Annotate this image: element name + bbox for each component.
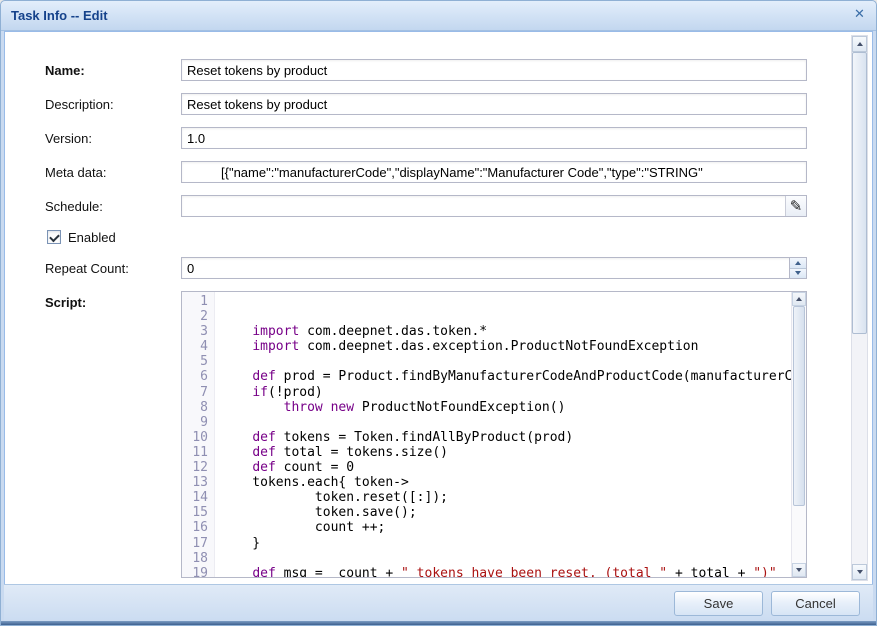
stepper-up-icon[interactable] (790, 258, 806, 269)
dialog-title: Task Info -- Edit (11, 8, 851, 23)
line-number: 11 (182, 445, 208, 460)
version-label: Version: (45, 127, 181, 149)
save-button[interactable]: Save (674, 591, 763, 616)
code-line: import com.deepnet.das.token.* (221, 324, 806, 339)
scroll-up-icon[interactable] (852, 36, 867, 52)
code-line: throw new ProductNotFoundException() (221, 400, 806, 415)
description-label: Description: (45, 93, 181, 115)
editor-scrollbar[interactable] (791, 292, 806, 577)
version-input[interactable] (181, 127, 807, 149)
repeat-count-input[interactable] (181, 257, 807, 279)
script-label: Script: (45, 291, 181, 578)
dialog-body: Name: Description: Version: (4, 31, 873, 584)
schedule-edit-button[interactable]: ✎ (785, 196, 806, 216)
repeat-count-label: Repeat Count: (45, 257, 181, 279)
line-number: 9 (182, 415, 208, 430)
code-line: count ++; (221, 520, 806, 535)
line-number: 6 (182, 369, 208, 384)
meta-data-label: Meta data: (45, 161, 181, 183)
line-number: 18 (182, 551, 208, 566)
code-line (221, 294, 806, 309)
stepper-down-icon[interactable] (790, 269, 806, 279)
line-number: 8 (182, 400, 208, 415)
code-line: tokens.each{ token-> (221, 475, 806, 490)
dialog-titlebar[interactable]: Task Info -- Edit ✕ (1, 1, 876, 31)
code-line: def tokens = Token.findAllByProduct(prod… (221, 430, 806, 445)
line-number: 1 (182, 294, 208, 309)
line-number: 14 (182, 490, 208, 505)
line-number: 19 (182, 566, 208, 578)
line-number: 10 (182, 430, 208, 445)
editor-scroll-track[interactable] (792, 306, 806, 563)
line-number: 5 (182, 354, 208, 369)
meta-data-input[interactable] (181, 161, 807, 183)
code-line: def count = 0 (221, 460, 806, 475)
code-line (221, 551, 806, 566)
window-bottom-edge (1, 621, 876, 625)
meta-data-row: Meta data: (45, 161, 802, 183)
description-input[interactable] (181, 93, 807, 115)
code-lines[interactable]: import com.deepnet.das.token.* import co… (215, 292, 806, 577)
name-row: Name: (45, 59, 802, 81)
line-number: 4 (182, 339, 208, 354)
task-info-edit-dialog: Task Info -- Edit ✕ Name: Description: (0, 0, 877, 626)
code-line (221, 309, 806, 324)
close-icon[interactable]: ✕ (851, 7, 868, 24)
pencil-icon: ✎ (790, 199, 803, 214)
dialog-scrollbar[interactable] (851, 35, 868, 581)
task-form: Name: Description: Version: (5, 32, 872, 578)
dialog-footer: Save Cancel (4, 584, 873, 621)
code-line: } (221, 536, 806, 551)
editor-scroll-thumb[interactable] (793, 306, 805, 506)
scroll-track[interactable] (852, 52, 867, 564)
script-row: Script: 12345678910111213141516171819 im… (45, 291, 802, 578)
script-editor[interactable]: 12345678910111213141516171819 import com… (181, 291, 807, 578)
code-line: if(!prod) (221, 385, 806, 400)
editor-scroll-down-icon[interactable] (792, 563, 806, 577)
name-input[interactable] (181, 59, 807, 81)
code-line: def msg = count + " tokens have been res… (221, 566, 806, 577)
line-number: 2 (182, 309, 208, 324)
line-number: 17 (182, 536, 208, 551)
line-number: 13 (182, 475, 208, 490)
line-number: 16 (182, 520, 208, 535)
schedule-row: Schedule: ✎ (45, 195, 802, 217)
schedule-label: Schedule: (45, 195, 181, 217)
code-line: import com.deepnet.das.exception.Product… (221, 339, 806, 354)
repeat-count-stepper (789, 258, 806, 278)
cancel-button[interactable]: Cancel (771, 591, 860, 616)
code-line: token.save(); (221, 505, 806, 520)
code-line: token.reset([:]); (221, 490, 806, 505)
code-line: def total = tokens.size() (221, 445, 806, 460)
line-number: 15 (182, 505, 208, 520)
enabled-label: Enabled (68, 230, 116, 245)
enabled-checkbox[interactable] (47, 230, 61, 244)
code-line: def prod = Product.findByManufacturerCod… (221, 369, 806, 384)
code-line (221, 415, 806, 430)
enabled-row: Enabled (47, 229, 802, 245)
scroll-down-icon[interactable] (852, 564, 867, 580)
line-number: 3 (182, 324, 208, 339)
repeat-count-row: Repeat Count: (45, 257, 802, 279)
schedule-input[interactable] (181, 195, 807, 217)
version-row: Version: (45, 127, 802, 149)
code-line (221, 354, 806, 369)
description-row: Description: (45, 93, 802, 115)
scroll-thumb[interactable] (852, 52, 867, 334)
dialog-frame: Name: Description: Version: (1, 31, 876, 621)
line-number: 7 (182, 385, 208, 400)
editor-scroll-up-icon[interactable] (792, 292, 806, 306)
line-number: 12 (182, 460, 208, 475)
code-gutter: 12345678910111213141516171819 (182, 292, 215, 577)
name-label: Name: (45, 59, 181, 81)
